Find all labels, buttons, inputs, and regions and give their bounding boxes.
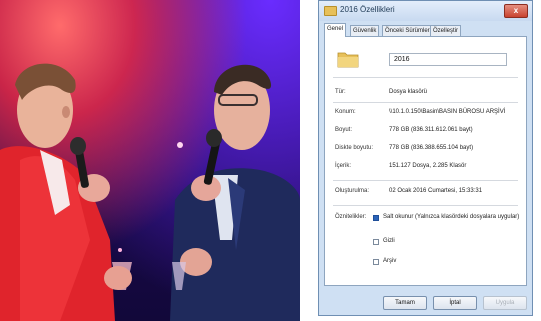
general-tab-panel: 2016 Tür: Dosya klasörü Konum: \\10.1.0.…: [324, 36, 527, 286]
size-value: 778 GB (836.311.612.061 bayt): [389, 127, 473, 133]
tab-general[interactable]: Genel: [324, 23, 347, 37]
attributes-label: Öznitelikler:: [335, 214, 367, 220]
stage-light: [118, 248, 122, 252]
archive-label: Arşiv: [383, 258, 397, 264]
location-value: \\10.1.0.150\Basin\BASIN BÜROSU ARŞİVİ: [389, 109, 506, 115]
contents-value: 151.127 Dosya, 2.285 Klasör: [389, 163, 467, 169]
ok-button[interactable]: Tamam: [383, 296, 427, 310]
created-value: 02 Ocak 2016 Cumartesi, 15:33:31: [389, 188, 483, 194]
read-only-checkbox[interactable]: [373, 215, 379, 221]
right-speaker-figure: [170, 64, 300, 321]
tab-bar: Genel Güvenlik Önceki Sürümler Özelleşti…: [324, 23, 527, 37]
size-on-disk-value: 778 GB (836.388.655.104 bayt): [389, 145, 474, 151]
stage-light: [177, 142, 183, 148]
archive-checkbox[interactable]: [373, 259, 379, 265]
cancel-button[interactable]: İptal: [433, 296, 477, 310]
folder-icon: [324, 6, 337, 16]
divider: [333, 77, 518, 78]
window-title: 2016 Özellikleri: [340, 5, 395, 14]
divider: [333, 205, 518, 206]
left-speaker-figure: [0, 63, 132, 321]
created-label: Oluşturulma:: [335, 188, 370, 194]
divider: [333, 102, 518, 103]
stage-photo: [0, 0, 300, 321]
title-bar[interactable]: 2016 Özellikleri x: [319, 1, 532, 21]
hidden-checkbox[interactable]: [373, 239, 379, 245]
type-value: Dosya klasörü: [389, 89, 428, 95]
stage-photo-illustration: [0, 63, 300, 321]
folder-name-input[interactable]: 2016: [389, 53, 507, 66]
properties-dialog: 2016 Özellikleri x Genel Güvenlik Önceki…: [318, 0, 533, 316]
contents-label: İçerik:: [335, 163, 352, 169]
divider: [333, 180, 518, 181]
tab-security[interactable]: Güvenlik: [350, 25, 380, 36]
size-on-disk-label: Diskte boyutu:: [335, 145, 374, 151]
location-label: Konum:: [335, 109, 356, 115]
folder-large-icon: [337, 52, 359, 68]
type-label: Tür:: [335, 89, 346, 95]
size-label: Boyut:: [335, 127, 353, 133]
hidden-label: Gizli: [383, 238, 395, 244]
apply-button[interactable]: Uygula: [483, 296, 527, 310]
tab-previous-versions[interactable]: Önceki Sürümler: [382, 25, 433, 36]
close-button[interactable]: x: [504, 4, 528, 18]
tab-customize[interactable]: Özelleştir: [430, 25, 462, 36]
read-only-label: Salt okunur (Yalnızca klasördeki dosyala…: [383, 214, 520, 220]
